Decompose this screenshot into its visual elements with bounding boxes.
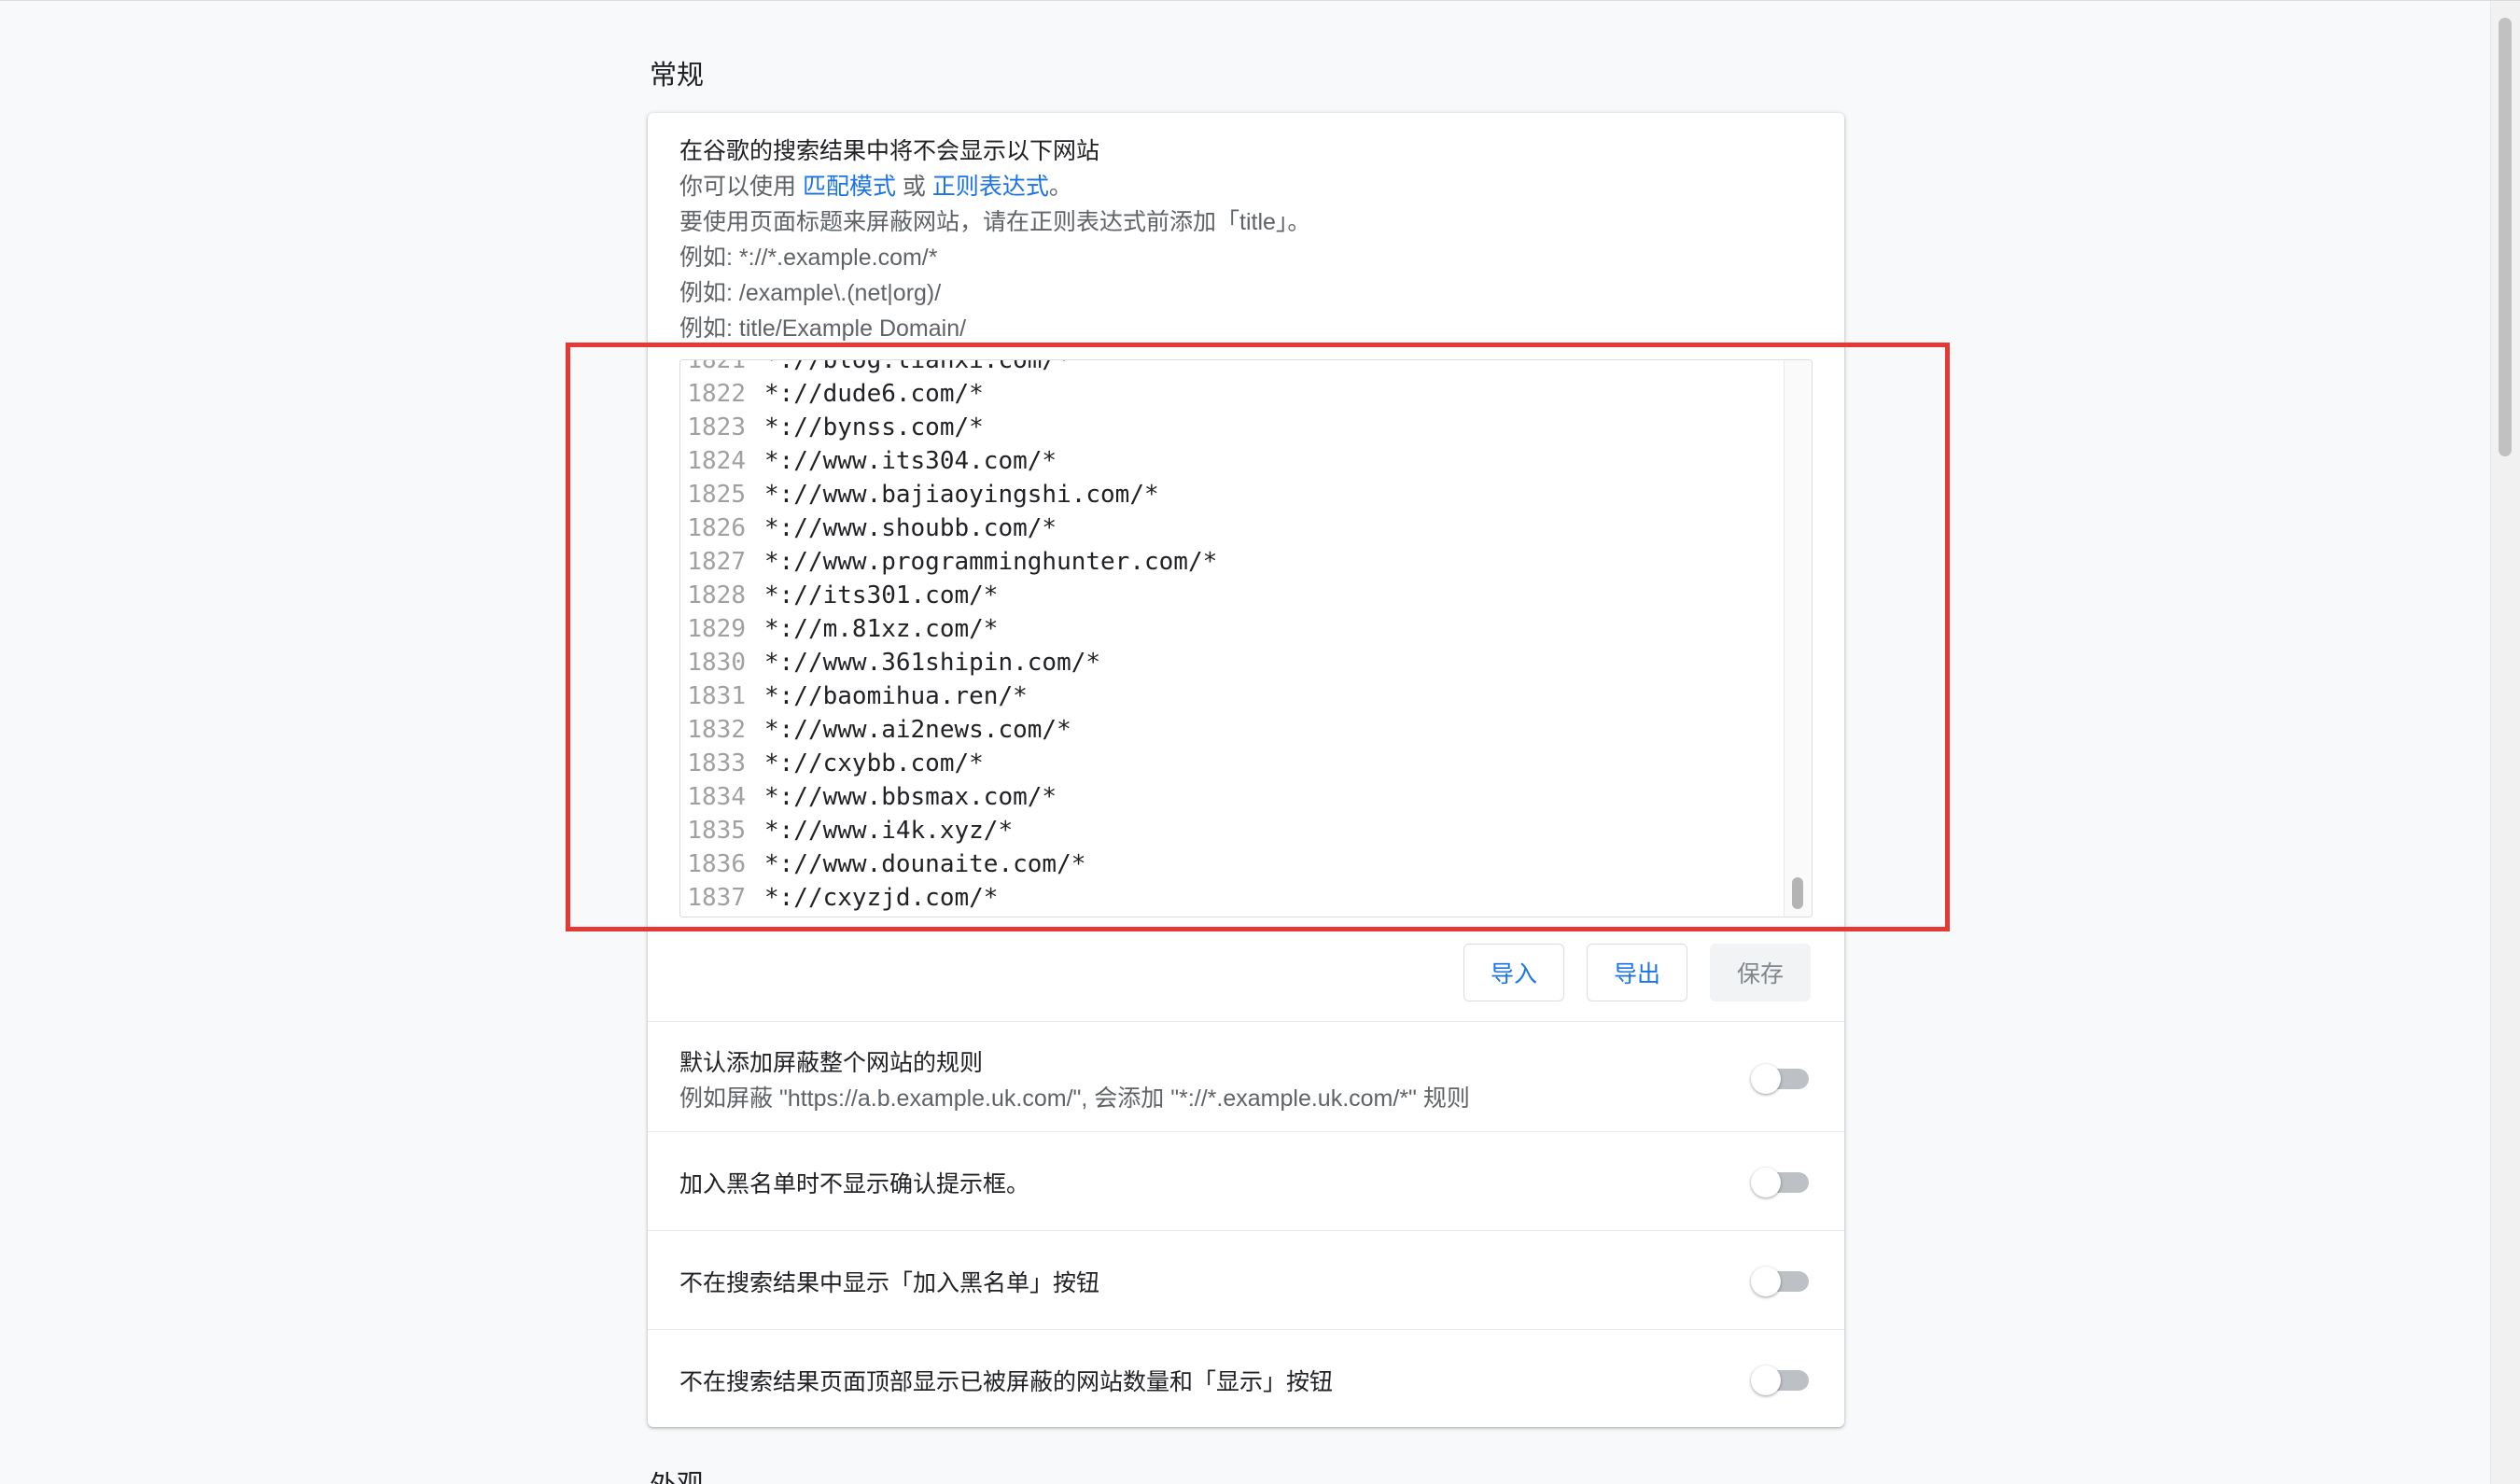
line-number: 1832 [687,716,746,744]
editor-line[interactable]: 1835 *://www.i4k.xyz/* [680,814,1784,847]
toggle-switch[interactable] [1751,1064,1809,1094]
editor-line[interactable]: 1827 *://www.programminghunter.com/* [680,545,1784,579]
editor-scrollbar[interactable] [1784,360,1812,917]
setting-label: 加入黑名单时不显示确认提示框。 [679,1171,1030,1197]
save-button[interactable]: 保存 [1710,944,1811,1001]
usage-suffix: 。 [1048,174,1072,200]
import-button[interactable]: 导入 [1463,944,1564,1001]
line-number: 1822 [687,380,746,408]
rule-text: *://www.361shipin.com/* [764,649,1101,677]
setting-row-block-whole-site: 默认添加屏蔽整个网站的规则 例如屏蔽 "https://a.b.example.… [648,1021,1844,1131]
line-number: 1825 [687,481,746,509]
setting-row-hide-blacklist-button: 不在搜索结果中显示「加入黑名单」按钮 [648,1230,1844,1329]
line-number: 1829 [687,615,746,643]
toggle-knob [1751,1064,1781,1094]
usage-hint: 你可以使用 匹配模式 或 正则表达式。 [679,169,1310,204]
rule-text: *://www.programminghunter.com/* [764,548,1218,576]
editor-actions: 导入 导出 保存 [1463,944,1811,1001]
rule-text: *://baomihua.ren/* [764,682,1028,710]
match-pattern-link[interactable]: 匹配模式 [803,174,896,200]
usage-prefix: 你可以使用 [679,174,803,200]
rule-text: *://www.its304.com/* [764,447,1057,475]
line-number: 1823 [687,413,746,441]
line-number: 1824 [687,447,746,475]
line-number: 1836 [687,850,746,878]
line-number: 1835 [687,817,746,845]
toggle-knob [1751,1267,1781,1296]
editor-line[interactable]: 1832 *://www.ai2news.com/* [680,713,1784,747]
editor-line[interactable]: 1828 *://its301.com/* [680,579,1784,612]
rule-text: *://m.81xz.com/* [764,615,999,643]
line-number: 1827 [687,548,746,576]
page-scrollbar-thumb[interactable] [2499,18,2512,456]
toggle-switch[interactable] [1751,1365,1809,1395]
editor-line[interactable]: 1836 *://www.dounaite.com/* [680,847,1784,881]
editor-scrollbar-thumb[interactable] [1792,877,1803,909]
setting-label: 不在搜索结果中显示「加入黑名单」按钮 [679,1270,1100,1296]
rule-text: *://www.shoubb.com/* [764,514,1057,542]
blocklist-card: 在谷歌的搜索结果中将不会显示以下网站 你可以使用 匹配模式 或 正则表达式。 要… [648,113,1844,1427]
setting-row-no-confirm-dialog: 加入黑名单时不显示确认提示框。 [648,1131,1844,1230]
rule-text: *://bynss.com/* [764,413,984,441]
toggle-switch[interactable] [1751,1168,1809,1197]
example-line-1: 例如: *://*.example.com/* [679,245,938,271]
editor-line[interactable]: 1829 *://m.81xz.com/* [680,612,1784,646]
editor-line[interactable]: 1831 *://baomihua.ren/* [680,679,1784,713]
rule-text: *://www.i4k.xyz/* [764,817,1014,845]
editor-line[interactable]: 1822 *://dude6.com/* [680,377,1784,411]
editor-line[interactable]: 1837 *://cxyzjd.com/* [680,881,1784,915]
editor-line[interactable]: 1830 *://www.361shipin.com/* [680,646,1784,679]
rule-text: *://www.bajiaoyingshi.com/* [764,481,1159,509]
regex-link[interactable]: 正则表达式 [932,174,1049,200]
editor-line[interactable]: 1824 *://www.its304.com/* [680,444,1784,478]
example-line-3: 例如: title/Example Domain/ [679,315,967,342]
setting-row-hide-blocked-count: 不在搜索结果页面顶部显示已被屏蔽的网站数量和「显示」按钮 [648,1329,1844,1427]
setting-label: 默认添加屏蔽整个网站的规则 [679,1050,984,1076]
next-section-title: 外观 [650,1472,706,1484]
editor-line[interactable]: 1823 *://bynss.com/* [680,411,1784,444]
setting-label: 不在搜索结果页面顶部显示已被屏蔽的网站数量和「显示」按钮 [679,1369,1334,1395]
or-text: 或 [895,174,932,200]
editor-line[interactable]: 1833 *://cxybb.com/* [680,747,1784,780]
export-button[interactable]: 导出 [1587,944,1687,1001]
toggle-switch[interactable] [1751,1267,1809,1296]
editor-line[interactable]: 1826 *://www.shoubb.com/* [680,511,1784,545]
rule-text: *://www.ai2news.com/* [764,716,1071,744]
editor-line[interactable]: 1834 *://www.bbsmax.com/* [680,780,1784,814]
settings-page: 常规 在谷歌的搜索结果中将不会显示以下网站 你可以使用 匹配模式 或 正则表达式… [0,0,2520,1484]
blocklist-heading: 在谷歌的搜索结果中将不会显示以下网站 [679,138,1100,164]
line-number: 1837 [687,884,746,912]
blocklist-editor[interactable]: 1821 *://blog.lianxi.com/* 1822 *://dude6.c… [679,359,1813,917]
rule-text: *://its301.com/* [764,581,999,609]
line-number: 1833 [687,749,746,777]
line-number: 1831 [687,682,746,710]
line-number: 1828 [687,581,746,609]
line-number: 1834 [687,783,746,811]
editor-line[interactable]: 1821 *://blog.lianxi.com/* [680,359,1784,377]
rule-text: *://www.bbsmax.com/* [764,783,1057,811]
line-number: 1821 [687,359,746,374]
line-number: 1826 [687,514,746,542]
line-number: 1830 [687,649,746,677]
rule-text: *://www.dounaite.com/* [764,850,1086,878]
blocklist-intro: 在谷歌的搜索结果中将不会显示以下网站 你可以使用 匹配模式 或 正则表达式。 要… [679,133,1310,346]
rule-text: *://blog.lianxi.com/* [764,359,1071,374]
setting-description: 例如屏蔽 "https://a.b.example.uk.com/", 会添加 … [679,1085,1470,1112]
title-hint: 要使用页面标题来屏蔽网站，请在正则表达式前添加「title」。 [679,209,1311,235]
page-scrollbar[interactable] [2490,1,2520,1484]
section-title: 常规 [650,61,705,91]
editor-lines: 1821 *://blog.lianxi.com/* 1822 *://dude6.c… [680,359,1784,915]
rule-text: *://cxybb.com/* [764,749,984,777]
toggle-knob [1751,1168,1781,1197]
editor-line[interactable]: 1825 *://www.bajiaoyingshi.com/* [680,478,1784,511]
rule-text: *://dude6.com/* [764,380,984,408]
rule-text: *://cxyzjd.com/* [764,884,999,912]
example-line-2: 例如: /example\.(net|org)/ [679,280,942,306]
toggle-knob [1751,1365,1781,1395]
